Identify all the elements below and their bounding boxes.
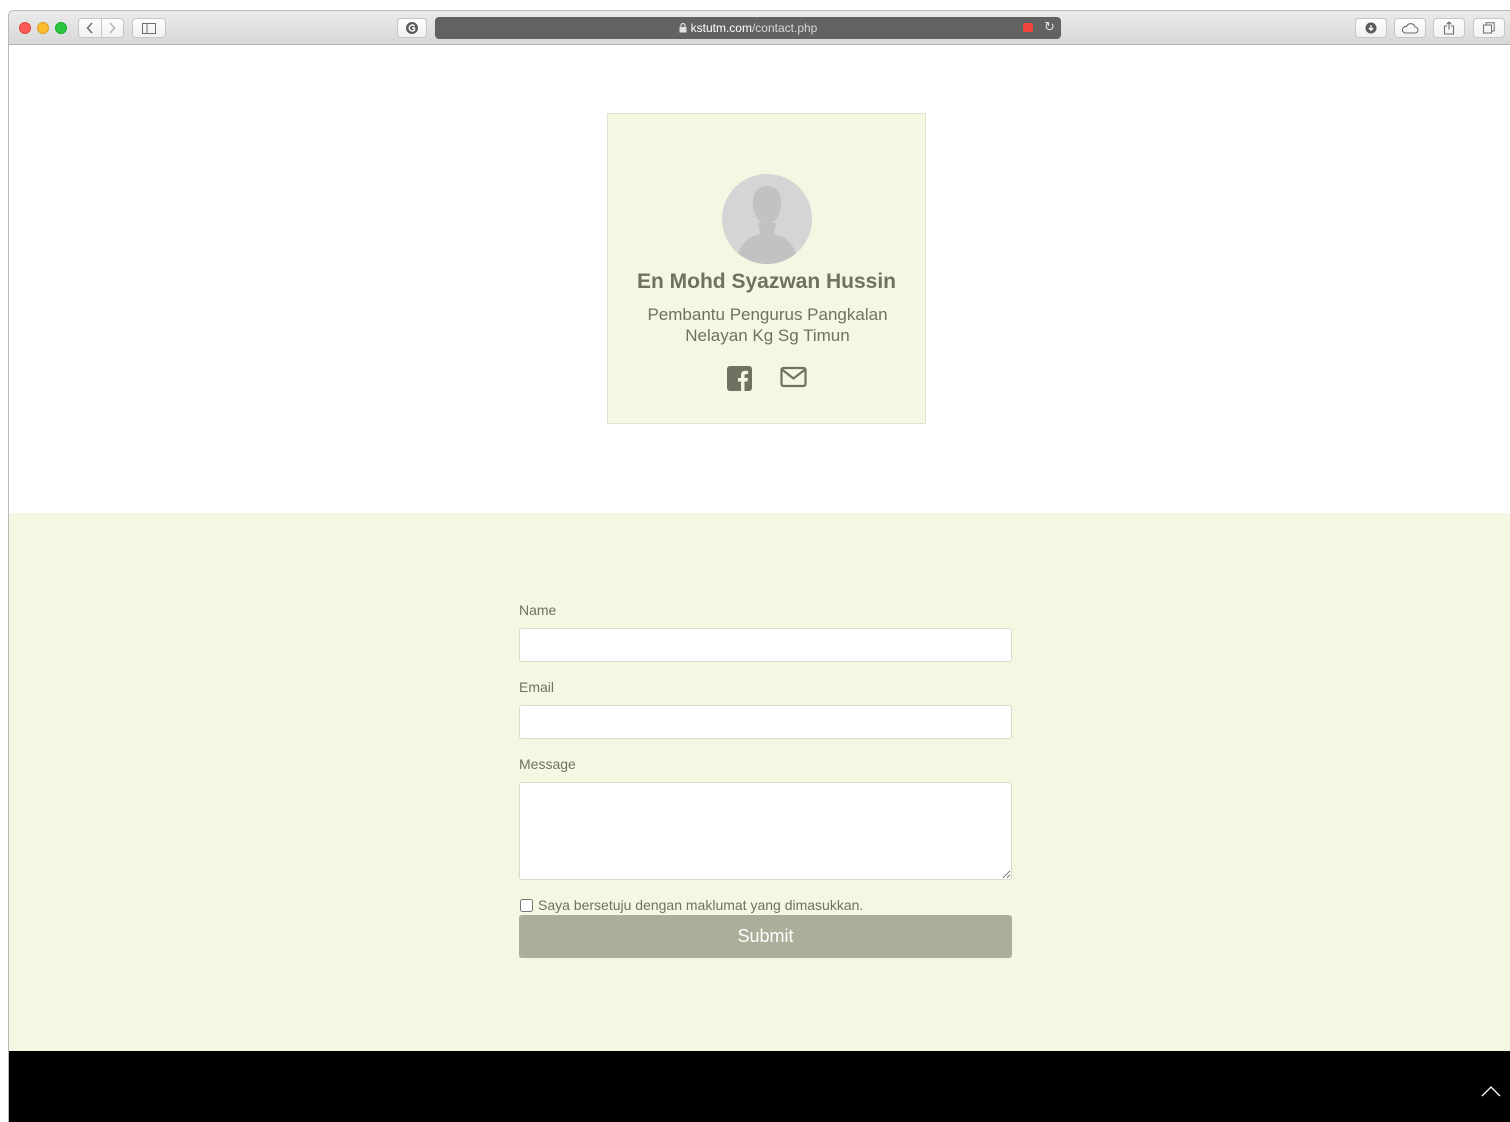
contact-form: Name Email Message Saya bersetuju dengan… [519, 601, 1012, 958]
icloud-button[interactable] [1394, 18, 1426, 38]
social-links [608, 366, 925, 391]
address-bar[interactable]: kstutm.com/contact.php ↻ [435, 17, 1061, 39]
sidebar-icon [142, 22, 156, 34]
avatar-placeholder-icon [722, 174, 812, 264]
chevron-right-icon [109, 22, 116, 34]
reload-icon[interactable]: ↻ [1044, 19, 1055, 35]
footer [9, 1051, 1510, 1122]
downloads-button[interactable] [1355, 18, 1387, 38]
back-button[interactable] [79, 19, 101, 37]
email-input[interactable] [519, 705, 1012, 739]
tabs-icon [1483, 22, 1495, 34]
history-nav [78, 18, 124, 38]
lock-icon [679, 23, 687, 33]
chevron-up-icon[interactable] [1481, 1085, 1501, 1097]
download-icon [1365, 22, 1377, 34]
person-role: Pembantu Pengurus Pangkalan Nelayan Kg S… [647, 305, 888, 345]
facebook-icon[interactable] [726, 366, 752, 391]
share-button[interactable] [1433, 18, 1465, 38]
email-label: Email [519, 679, 555, 695]
person-name: En Mohd Syazwan Hussin [636, 270, 897, 293]
browser-toolbar: kstutm.com/contact.php ↻ [9, 11, 1510, 45]
forward-button[interactable] [100, 19, 124, 37]
agree-label: Saya bersetuju dengan maklumat yang dima… [538, 897, 864, 913]
name-label: Name [519, 602, 557, 618]
url-path: /contact.php [751, 21, 818, 35]
message-label: Message [519, 756, 576, 772]
tabs-overview-button[interactable] [1473, 18, 1505, 38]
browser-window: kstutm.com/contact.php ↻ En Mohd Syazwan… [8, 10, 1510, 1122]
message-textarea[interactable] [519, 782, 1012, 880]
close-window-button[interactable] [19, 22, 31, 34]
chevron-left-icon [86, 22, 93, 34]
extension-button[interactable] [397, 18, 427, 38]
page-content: En Mohd Syazwan Hussin Pembantu Pengurus… [9, 46, 1510, 1122]
cloud-icon [1401, 22, 1419, 34]
camera-recording-icon[interactable] [1023, 23, 1033, 32]
contact-form-section: Name Email Message Saya bersetuju dengan… [9, 513, 1510, 1051]
profile-card: En Mohd Syazwan Hussin Pembantu Pengurus… [607, 113, 926, 424]
agree-checkbox[interactable] [520, 898, 533, 912]
submit-button[interactable]: Submit [519, 915, 1012, 958]
name-input[interactable] [519, 628, 1012, 662]
sidebar-toggle-button[interactable] [132, 18, 166, 38]
zoom-window-button[interactable] [55, 22, 67, 34]
grammarly-icon [406, 22, 418, 34]
share-icon [1443, 21, 1455, 35]
mail-icon[interactable] [779, 366, 807, 391]
agree-row: Saya bersetuju dengan maklumat yang dima… [519, 896, 1012, 914]
url-host: kstutm.com [690, 21, 752, 35]
minimize-window-button[interactable] [37, 22, 49, 34]
